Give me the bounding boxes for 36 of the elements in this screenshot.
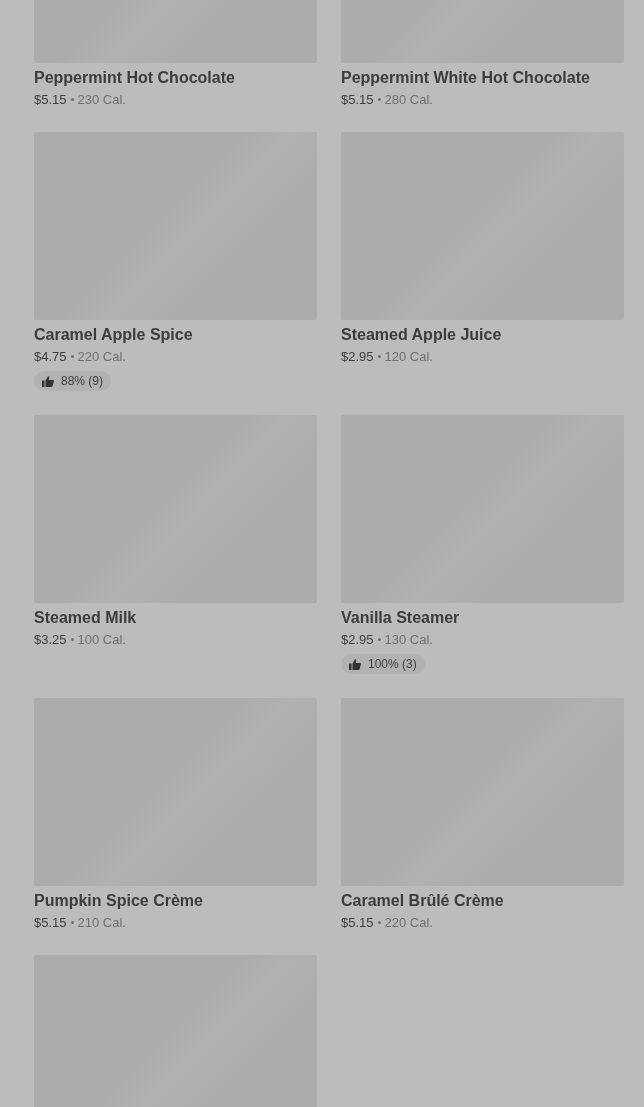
- item-name: Peppermint Hot Chocolate: [34, 68, 236, 88]
- item-calories: 230 Cal.: [77, 91, 126, 108]
- item-calories: 210 Cal.: [77, 914, 126, 931]
- item-calories: 220 Cal.: [77, 348, 126, 365]
- rating-badge: 88% (9): [34, 371, 112, 391]
- separator-dot-icon: [70, 638, 74, 641]
- rating-badge: 100% (3): [341, 654, 425, 674]
- item-price: $2.95: [341, 631, 374, 648]
- item-calories: 120 Cal.: [384, 348, 433, 365]
- item-calories: 100 Cal.: [77, 631, 126, 648]
- separator-dot-icon: [70, 921, 74, 924]
- item-price: $4.75: [34, 348, 67, 365]
- item-name: Peppermint White Hot Chocolate: [341, 68, 591, 88]
- item-calories: 280 Cal.: [384, 91, 433, 108]
- item-name: Caramel Apple Spice: [34, 325, 194, 345]
- separator-dot-icon: [70, 98, 74, 101]
- item-price: $2.95: [341, 348, 374, 365]
- item-price: $5.15: [34, 914, 67, 931]
- item-price: $5.15: [34, 91, 67, 108]
- item-price: $5.15: [341, 914, 374, 931]
- separator-dot-icon: [377, 638, 381, 641]
- item-name: Vanilla Steamer: [341, 608, 461, 628]
- item-calories: 220 Cal.: [384, 914, 433, 931]
- thumbs-up-icon: [349, 658, 361, 670]
- separator-dot-icon: [377, 355, 381, 358]
- item-name: Caramel Brûlé Crème: [341, 891, 505, 911]
- item-calories: 130 Cal.: [384, 631, 433, 648]
- separator-dot-icon: [70, 355, 74, 358]
- item-name: Pumpkin Spice Crème: [34, 891, 204, 911]
- separator-dot-icon: [377, 98, 381, 101]
- item-price: $5.15: [341, 91, 374, 108]
- item-price: $3.25: [34, 631, 67, 648]
- item-name: Steamed Milk: [34, 608, 138, 628]
- item-name: Steamed Apple Juice: [341, 325, 503, 345]
- thumbs-up-icon: [42, 375, 54, 387]
- separator-dot-icon: [377, 921, 381, 924]
